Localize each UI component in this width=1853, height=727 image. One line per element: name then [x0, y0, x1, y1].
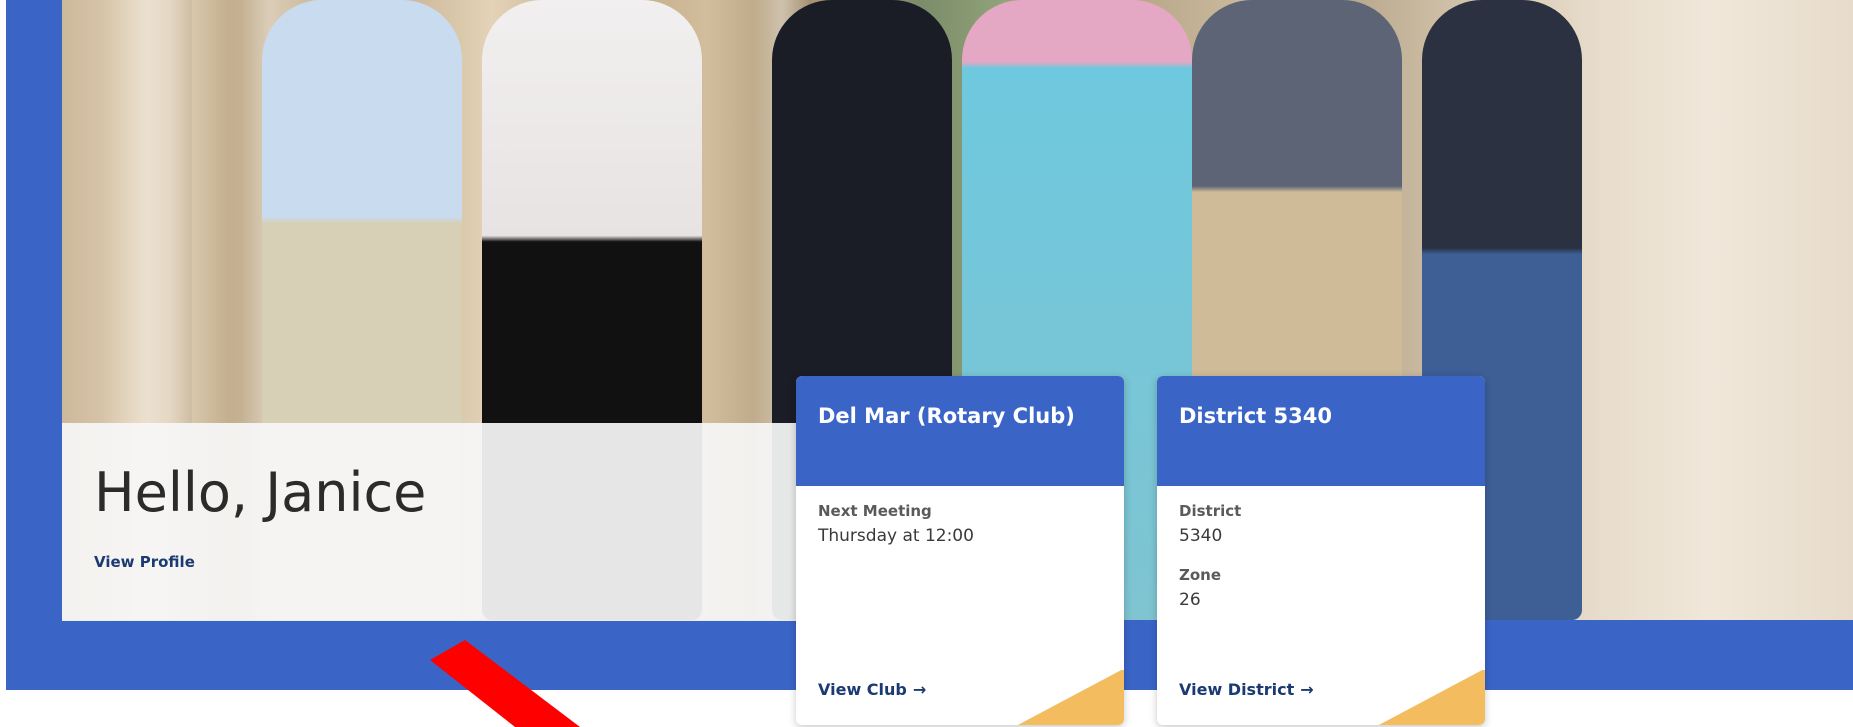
dashboard-page: Hello, Janice View Profile Del Mar (Rota…: [0, 0, 1853, 727]
club-card-header: Del Mar (Rotary Club): [796, 376, 1124, 486]
arrow-right-icon: →: [1300, 680, 1314, 699]
card-corner-accent: [1375, 670, 1485, 725]
view-club-label: View Club: [818, 680, 907, 699]
district-label: District: [1179, 502, 1242, 520]
zone-value: 26: [1179, 590, 1201, 610]
greeting-panel: Hello, Janice View Profile: [62, 423, 804, 621]
club-card-title: Del Mar (Rotary Club): [818, 404, 1075, 428]
zone-label: Zone: [1179, 566, 1222, 584]
annotation-arrow-icon: [430, 640, 580, 727]
district-card-body: District 5340 Zone 26: [1157, 486, 1485, 610]
view-profile-link[interactable]: View Profile: [94, 553, 195, 571]
next-meeting-value: Thursday at 12:00: [818, 526, 974, 546]
club-card-body: Next Meeting Thursday at 12:00: [796, 486, 1124, 546]
view-district-label: View District: [1179, 680, 1295, 699]
view-club-link[interactable]: View Club →: [818, 680, 926, 699]
club-card: Del Mar (Rotary Club) Next Meeting Thurs…: [796, 376, 1124, 725]
greeting-title: Hello, Janice: [94, 461, 427, 524]
district-value: 5340: [1179, 526, 1223, 546]
next-meeting-label: Next Meeting: [818, 502, 932, 520]
district-card-title: District 5340: [1179, 404, 1332, 428]
view-district-link[interactable]: View District →: [1179, 680, 1314, 699]
card-corner-accent: [1014, 670, 1124, 725]
district-card: District 5340 District 5340 Zone 26 View…: [1157, 376, 1485, 725]
arrow-right-icon: →: [912, 680, 927, 699]
district-card-header: District 5340: [1157, 376, 1485, 486]
